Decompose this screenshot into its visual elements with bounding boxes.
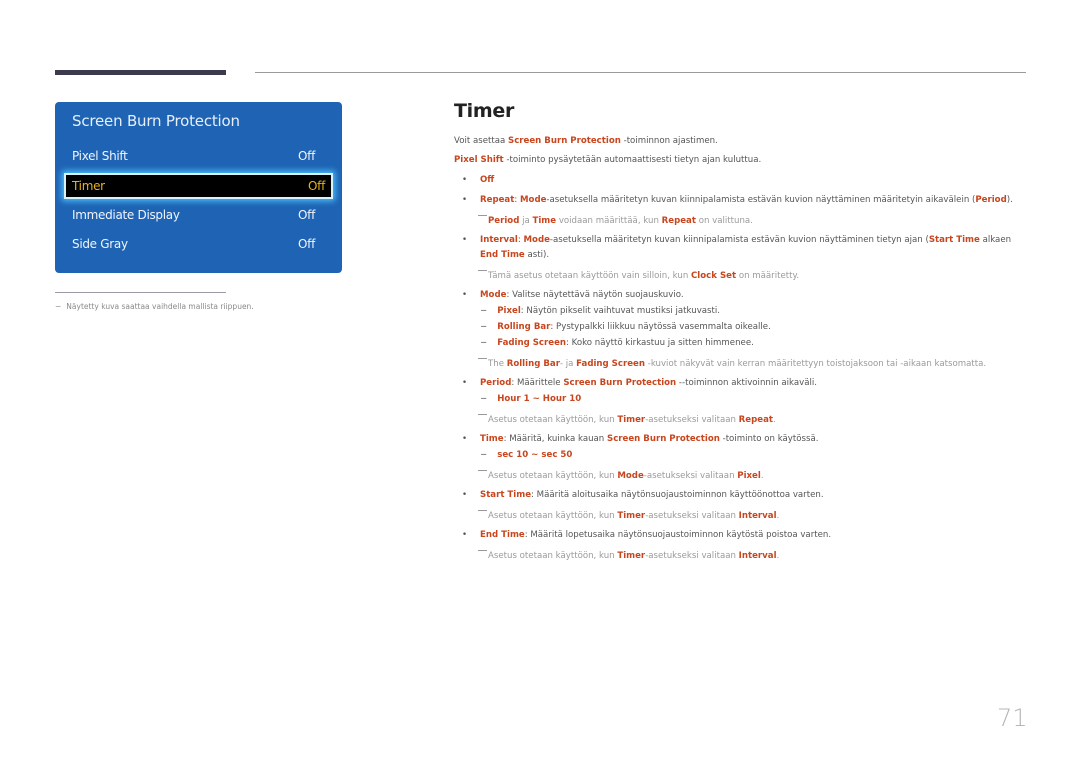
bullet-start-time: • Start Time: Määritä aloitusaika näytöns… [462, 490, 824, 500]
osd-item-label: Pixel Shift [72, 149, 128, 163]
osd-item-pixel-shift[interactable]: Pixel Shift Off [72, 145, 315, 167]
osd-item-value: Off [298, 208, 315, 222]
footnote-text: Näytetty kuva saattaa vaihdella mallista… [66, 302, 254, 311]
osd-item-value: Off [298, 237, 315, 251]
note-time: Asetus otetaan käyttöön, kun Mode-asetuk… [478, 470, 764, 481]
footnote-divider [55, 292, 226, 293]
bullet-off: • Off [462, 175, 495, 185]
footnote-dash: − [55, 302, 62, 311]
header-accent-bar [55, 70, 226, 75]
time-range: − sec 10 ~ sec 50 [480, 450, 573, 460]
osd-item-label: Timer [72, 179, 105, 193]
note-icon [478, 358, 487, 359]
note-period: Asetus otetaan käyttöön, kun Timer-asetu… [478, 414, 776, 425]
osd-item-immediate-display[interactable]: Immediate Display Off [72, 204, 315, 226]
mode-sub-fading-screen: − Fading Screen: Koko näyttö kirkastuu ja… [480, 338, 754, 348]
footnote: − Näytetty kuva saattaa vaihdella mallist… [55, 302, 254, 311]
header-rule [255, 72, 1026, 73]
bullet-mode: • Mode: Valitse näytettävä näytön suojaus… [462, 290, 684, 300]
osd-item-label: Immediate Display [72, 208, 180, 222]
note-repeat: Period ja Time voidaan määrittää, kun Re… [478, 215, 753, 226]
note-icon [478, 270, 487, 271]
mode-sub-pixel: − Pixel: Näytön pikselit vaihtuvat mustik… [480, 306, 721, 316]
bullet-interval: • Interval: Mode-asetuksella määritetyn k… [462, 235, 1012, 245]
page-number: 71 [997, 704, 1028, 732]
bullet-repeat: • Repeat: Mode-asetuksella määritetyn kuv… [462, 195, 1013, 205]
note-icon [478, 510, 487, 511]
page-title: Timer [454, 100, 515, 122]
period-range: − Hour 1 ~ Hour 10 [480, 394, 582, 404]
note-end-time: Asetus otetaan käyttöön, kun Timer-asetu… [478, 550, 779, 561]
note-icon [478, 550, 487, 551]
note-icon [478, 470, 487, 471]
note-icon [478, 414, 487, 415]
note-mode: The Rolling Bar- ja Fading Screen -kuvio… [478, 358, 986, 369]
osd-item-value: Off [308, 179, 325, 193]
osd-item-side-gray[interactable]: Side Gray Off [72, 233, 315, 255]
note-start-time: Asetus otetaan käyttöön, kun Timer-asetu… [478, 510, 779, 521]
osd-menu-title: Screen Burn Protection [72, 112, 240, 130]
bullet-interval-cont: End Time asti). [480, 250, 550, 260]
note-interval: Tämä asetus otetaan käyttöön vain silloi… [478, 270, 799, 281]
osd-item-value: Off [298, 149, 315, 163]
intro-line-1: Voit asettaa Screen Burn Protection -toi… [454, 136, 718, 146]
mode-sub-rolling-bar: − Rolling Bar: Pystypalkki liikkuu näytös… [480, 322, 771, 332]
osd-menu-panel: Screen Burn Protection Pixel Shift Off T… [55, 102, 342, 273]
bullet-end-time: • End Time: Määritä lopetusaika näytönsuo… [462, 530, 832, 540]
osd-item-label: Side Gray [72, 237, 128, 251]
bullet-period: • Period: Määrittele Screen Burn Protecti… [462, 378, 818, 388]
osd-item-timer[interactable]: Timer Off [64, 173, 333, 199]
intro-line-2: Pixel Shift -toiminto pysäytetään automa… [454, 155, 762, 165]
bullet-time: • Time: Määritä, kuinka kauan Screen Burn… [462, 434, 819, 444]
note-icon [478, 215, 487, 216]
